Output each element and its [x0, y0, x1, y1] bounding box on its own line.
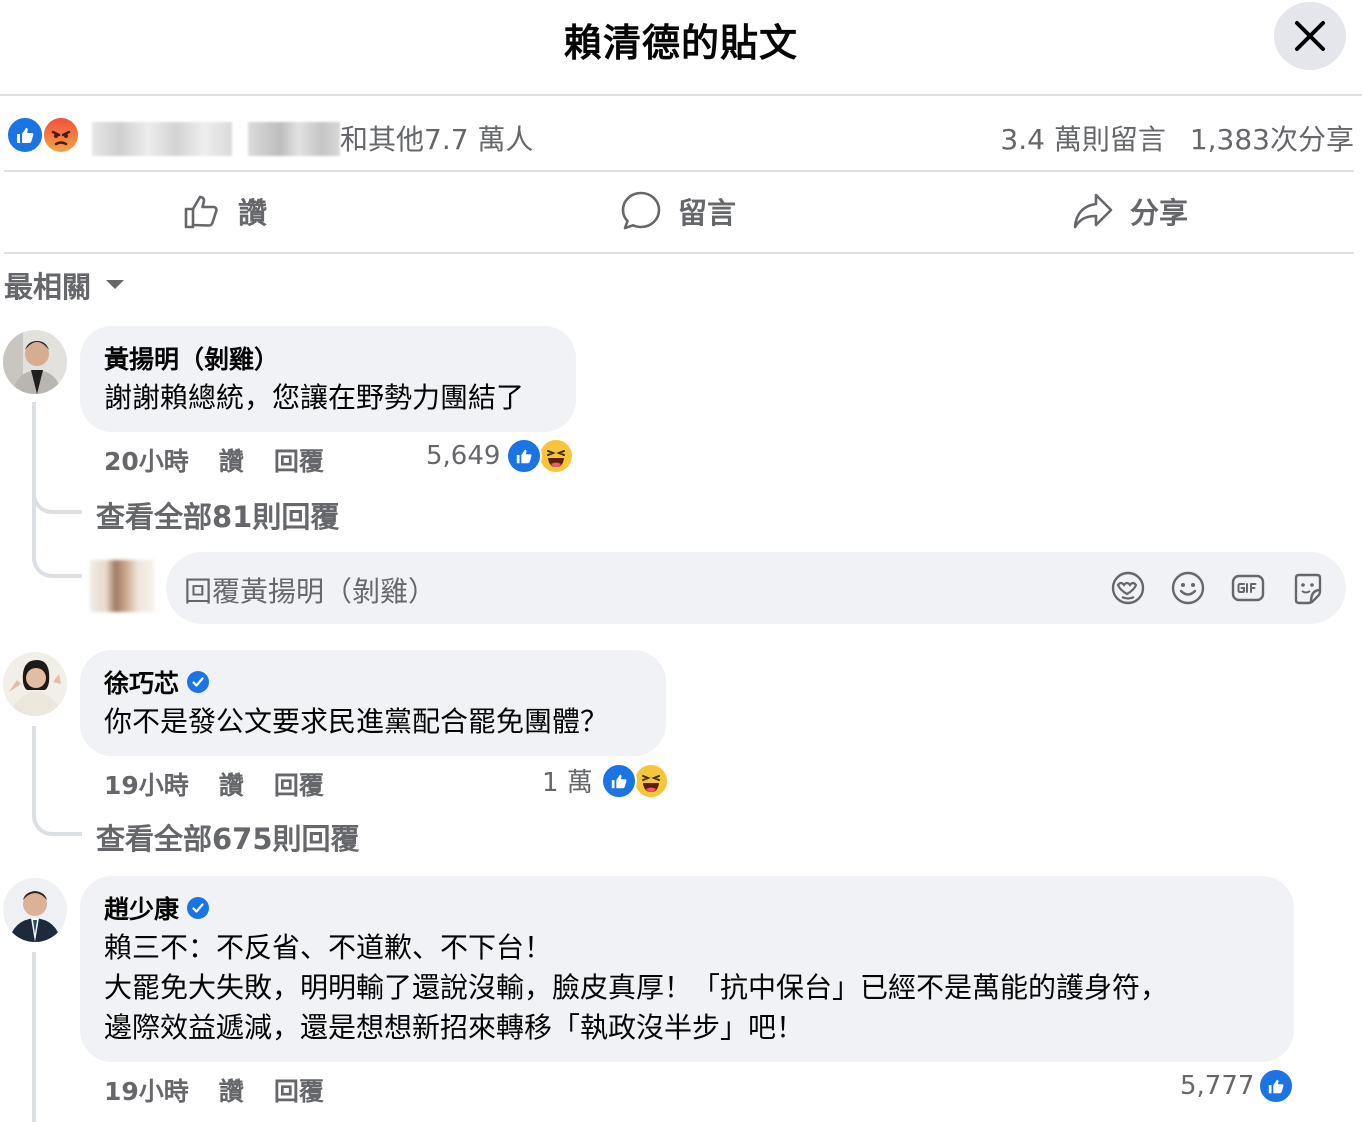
thread-line: [32, 952, 36, 1122]
like-reaction-icon: [506, 438, 543, 474]
emoji-icon[interactable]: [1170, 570, 1206, 606]
comment-button-label: 留言: [678, 196, 737, 230]
like-button[interactable]: 讚: [182, 190, 267, 232]
haha-reaction-icon: [538, 438, 575, 474]
comment-bubble-icon: [621, 191, 661, 230]
sort-label: 最相關: [4, 270, 92, 304]
avatar[interactable]: [3, 652, 67, 716]
current-user-avatar: [90, 560, 154, 612]
comment-like-link[interactable]: 讚: [219, 771, 244, 800]
verified-badge-icon: [187, 671, 210, 693]
comment-author[interactable]: 黃揚明（剝雞）: [104, 340, 552, 376]
post-dialog-header: 賴清德的貼文: [0, 0, 1362, 96]
comment-reply-link[interactable]: 回覆: [274, 771, 324, 800]
divider: [4, 252, 1354, 254]
avatar-sticker-icon[interactable]: [1110, 570, 1146, 606]
comment-author[interactable]: 徐巧芯: [104, 664, 642, 700]
thumbs-up-icon: [184, 195, 218, 229]
reaction-count: 5,649: [426, 441, 501, 471]
comment-bubble: 黃揚明（剝雞） 謝謝賴總統，您讓在野勢力團結了: [80, 326, 576, 432]
reactors-summary[interactable]: 和其他7.7 萬人: [340, 118, 533, 158]
comment-like-link[interactable]: 讚: [219, 447, 244, 476]
sticker-icon[interactable]: [1290, 570, 1326, 606]
like-reaction-icon: [1258, 1068, 1295, 1104]
reply-input[interactable]: 回覆黃揚明（剝雞）: [166, 552, 1346, 624]
reaction-stats-row: 和其他7.7 萬人 3.4 萬則留言 1,383次分享: [0, 106, 1362, 166]
like-reaction-icon[interactable]: [6, 116, 44, 154]
comment-button[interactable]: 留言: [620, 190, 736, 232]
blurred-reactor-name: [92, 122, 232, 156]
view-all-replies-link[interactable]: 查看全部675則回覆: [96, 816, 360, 858]
dialog-title: 賴清德的貼文: [563, 21, 798, 65]
share-button-label: 分享: [1130, 196, 1189, 230]
close-button[interactable]: [1274, 2, 1346, 70]
comment-text: 謝謝賴總統，您讓在野勢力團結了: [104, 381, 525, 414]
comment-reactions[interactable]: 5,649: [426, 438, 575, 474]
like-button-label: 讚: [238, 196, 268, 230]
close-icon: [1295, 21, 1325, 51]
haha-reaction-icon: [632, 762, 669, 799]
caret-down-icon: [106, 280, 125, 289]
comments-count[interactable]: 3.4 萬則留言: [1000, 123, 1165, 156]
angry-reaction-icon[interactable]: [42, 116, 80, 154]
thread-connector: [32, 802, 82, 836]
comment-bubble: 趙少康 賴三不：不反省、不道歉、不下台！ 大罷免大失敗，明明輸了還說沒輸，臉皮真…: [80, 876, 1294, 1062]
comment-meta: 19小時 讚 回覆: [104, 1072, 354, 1108]
comment-bubble: 徐巧芯 你不是發公文要求民進黨配合罷免團體？: [80, 650, 666, 756]
comment-text: 你不是發公文要求民進黨配合罷免團體？: [104, 705, 609, 738]
share-arrow-icon: [1073, 193, 1113, 229]
comment-meta: 19小時 讚 回覆: [104, 766, 354, 802]
comment-time[interactable]: 19小時: [104, 771, 189, 800]
reaction-count: 5,777: [1180, 1071, 1255, 1101]
thread-connector: [32, 546, 82, 578]
comment-author[interactable]: 趙少康: [104, 890, 1270, 926]
post-actions-bar: 讚 留言 分享: [0, 172, 1362, 252]
comment-time[interactable]: 19小時: [104, 1077, 189, 1106]
comment-reply-link[interactable]: 回覆: [274, 447, 324, 476]
view-all-replies-link[interactable]: 查看全部81則回覆: [96, 494, 339, 536]
comment-time[interactable]: 20小時: [104, 447, 189, 476]
reaction-count: 1 萬: [542, 768, 593, 798]
avatar[interactable]: [3, 330, 67, 394]
verified-badge-icon: [187, 897, 210, 919]
comment-reactions[interactable]: 1 萬: [542, 762, 669, 799]
comment-reactions[interactable]: 5,777: [1180, 1068, 1295, 1104]
thread-line: [32, 402, 36, 552]
like-reaction-icon: [600, 762, 637, 799]
reply-placeholder: 回覆黃揚明（剝雞）: [184, 575, 437, 608]
avatar[interactable]: [3, 878, 67, 942]
comment-sort-dropdown[interactable]: 最相關: [4, 264, 125, 306]
comment-reply-link[interactable]: 回覆: [274, 1077, 324, 1106]
shares-count[interactable]: 1,383次分享: [1190, 123, 1354, 156]
comment-like-link[interactable]: 讚: [219, 1077, 244, 1106]
comment-text: 賴三不：不反省、不道歉、不下台！ 大罷免大失敗，明明輸了還說沒輸，臉皮真厚！「抗…: [104, 931, 1169, 1044]
share-button[interactable]: 分享: [1072, 190, 1188, 232]
gif-icon[interactable]: [1230, 570, 1266, 606]
thread-connector: [32, 480, 82, 514]
blurred-reactor-name: [248, 122, 340, 156]
comment-meta: 20小時 讚 回覆: [104, 442, 354, 478]
